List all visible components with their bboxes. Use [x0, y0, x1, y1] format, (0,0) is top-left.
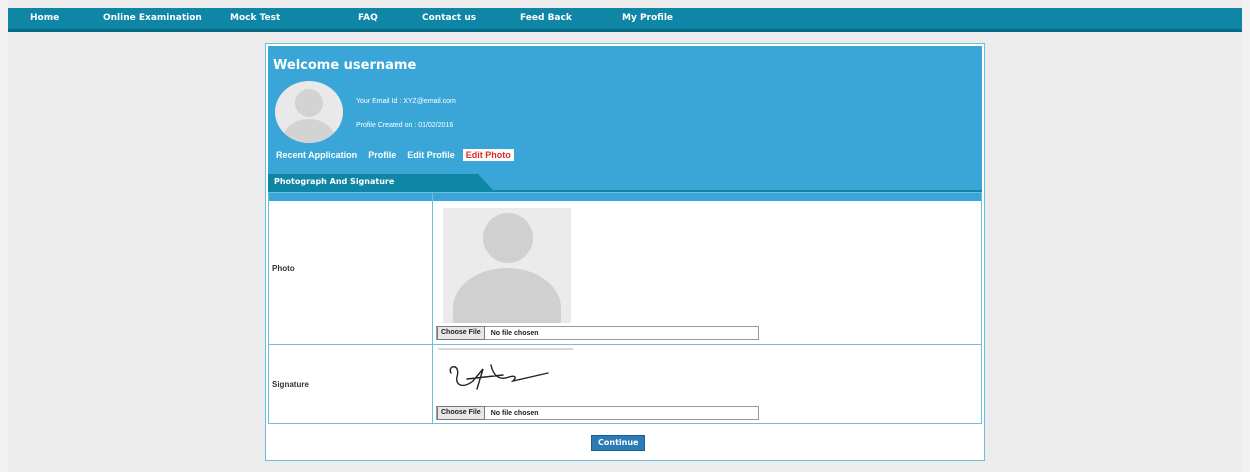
nav-faq[interactable]: FAQ	[358, 13, 378, 23]
nav-feed-back[interactable]: Feed Back	[520, 13, 572, 23]
photo-row: Photo Choose File No file chosen	[268, 192, 982, 345]
upload-table: Photo Choose File No file chosen Signatu…	[268, 192, 982, 424]
photo-choose-file-button[interactable]: Choose File	[437, 326, 485, 340]
photo-cell: Choose File No file chosen	[432, 192, 982, 345]
photo-placeholder-head-icon	[483, 213, 533, 263]
nav-online-examination[interactable]: Online Examination	[103, 13, 202, 23]
top-navigation: Home Online Examination Mock Test FAQ Co…	[8, 8, 1242, 32]
avatar	[275, 81, 343, 143]
profile-tabs: Recent Application Profile Edit Profile …	[273, 149, 519, 161]
profile-created-info: Profile Created on : 01/02/2016	[356, 122, 454, 129]
photo-file-input[interactable]: Choose File No file chosen	[436, 326, 759, 340]
section-title: Photograph And Signature	[268, 174, 493, 190]
profile-panel: Welcome username Your Email Id : XYZ@ema…	[265, 43, 985, 461]
avatar-head-icon	[295, 89, 323, 117]
signature-image	[449, 364, 549, 390]
signature-cell: Choose File No file chosen	[432, 344, 982, 424]
nav-my-profile[interactable]: My Profile	[622, 13, 673, 23]
signature-file-input[interactable]: Choose File No file chosen	[436, 406, 759, 420]
tab-recent-application[interactable]: Recent Application	[273, 149, 360, 161]
nav-home[interactable]: Home	[30, 13, 59, 23]
section-header: Photograph And Signature	[268, 174, 982, 193]
nav-contact-us[interactable]: Contact us	[422, 13, 476, 23]
photo-label: Photo	[268, 192, 433, 345]
signature-stroke	[449, 364, 549, 390]
signature-choose-file-button[interactable]: Choose File	[437, 406, 485, 420]
photo-preview	[443, 208, 571, 323]
welcome-title: Welcome username	[273, 58, 417, 73]
email-info: Your Email Id : XYZ@email.com	[356, 98, 456, 105]
signature-file-status: No file chosen	[490, 409, 539, 417]
signature-label: Signature	[268, 344, 433, 424]
avatar-body-icon	[283, 119, 335, 143]
signature-row: Signature Choose File No file chosen	[268, 344, 982, 424]
tab-profile[interactable]: Profile	[365, 149, 399, 161]
nav-mock-test[interactable]: Mock Test	[230, 13, 280, 23]
signature-preview-border	[438, 348, 573, 350]
continue-button[interactable]: Continue	[591, 435, 646, 451]
photo-placeholder-body-icon	[453, 268, 561, 323]
tab-edit-profile[interactable]: Edit Profile	[404, 149, 458, 161]
tab-edit-photo[interactable]: Edit Photo	[462, 149, 514, 161]
photo-file-status: No file chosen	[490, 329, 539, 337]
